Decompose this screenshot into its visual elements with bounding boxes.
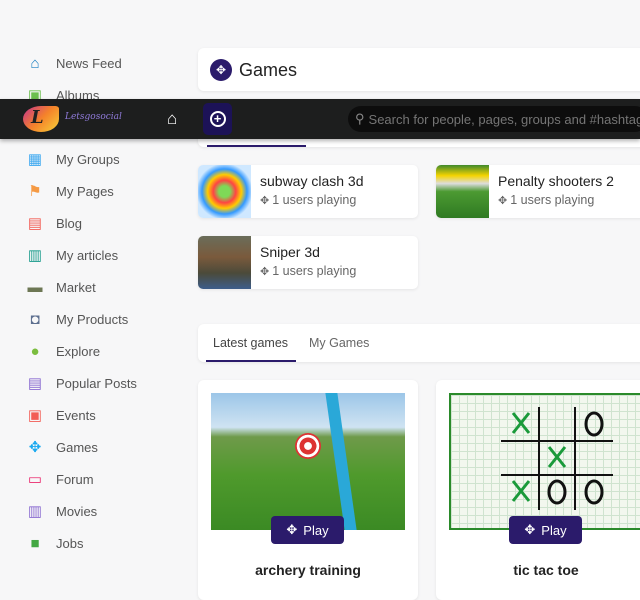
- gamepad-icon: ✥: [260, 266, 270, 278]
- sidebar-item-games[interactable]: ✥ Games: [26, 435, 98, 459]
- play-label: Play: [303, 522, 329, 538]
- forum-icon: ▭: [27, 470, 43, 488]
- sidebar-item-market[interactable]: ▬ Market: [26, 275, 96, 299]
- gamepad-icon: ✥: [286, 522, 298, 537]
- game-card[interactable]: Penalty shooters 2 ✥ 1 users playing: [436, 165, 640, 218]
- plus-circle-icon: +: [209, 111, 226, 127]
- posts-icon: ▤: [27, 374, 43, 392]
- sidebar-item-label: News Feed: [56, 55, 122, 71]
- players-text: 1 users playing: [272, 193, 357, 207]
- sidebar-item-forum[interactable]: ▭ Forum: [26, 467, 94, 491]
- sidebar-item-explore[interactable]: ● Explore: [26, 339, 100, 363]
- sidebar-item-label: My Groups: [56, 151, 120, 167]
- gamepad-icon: ✥: [28, 438, 42, 456]
- game-title[interactable]: subway clash 3d: [260, 173, 364, 189]
- gamepad-icon: ✥: [210, 59, 232, 81]
- gamepad-icon: ✥: [524, 522, 536, 537]
- game-image: [449, 393, 640, 530]
- players-text: 1 users playing: [510, 193, 595, 207]
- game-thumbnail: [198, 165, 251, 218]
- compass-icon: ●: [30, 342, 40, 360]
- sidebar-item-label: My Products: [56, 311, 129, 327]
- sidebar-item-jobs[interactable]: ■ Jobs: [26, 531, 83, 555]
- active-tab-indicator: [207, 145, 306, 147]
- play-button[interactable]: ✥ Play: [271, 516, 344, 544]
- game-tile[interactable]: ✥ Play archery training: [198, 380, 418, 600]
- groups-icon: ▦: [27, 150, 43, 168]
- logo[interactable]: L Letsgosocial: [23, 104, 139, 134]
- sidebar-item-news-feed[interactable]: ⌂ News Feed: [26, 51, 122, 75]
- page-title: Games: [239, 60, 298, 80]
- game-name[interactable]: archery training: [198, 562, 418, 578]
- calendar-icon: ▣: [27, 406, 43, 424]
- games-tabs: Latest games My Games: [198, 324, 640, 362]
- players-count: ✥ 1 users playing: [260, 193, 356, 207]
- bag-icon: ◘: [30, 310, 40, 328]
- sidebar-item-events[interactable]: ▣ Events: [26, 403, 96, 427]
- store-icon: ▬: [27, 278, 43, 296]
- sidebar-item-label: My articles: [56, 247, 119, 263]
- sidebar-item-label: Blog: [56, 215, 83, 231]
- clipboard-icon: ▥: [27, 246, 43, 264]
- play-button[interactable]: ✥ Play: [509, 516, 582, 544]
- sidebar-item-blog[interactable]: ▤ Blog: [26, 211, 82, 235]
- sidebar-item-label: Jobs: [56, 535, 84, 551]
- gamepad-icon: ✥: [260, 195, 270, 207]
- game-title[interactable]: Sniper 3d: [260, 244, 320, 260]
- game-card[interactable]: Sniper 3d ✥ 1 users playing: [198, 236, 418, 289]
- briefcase-icon: ■: [30, 534, 40, 552]
- search-input[interactable]: [368, 111, 640, 127]
- game-tile[interactable]: ✥ Play tic tac toe: [436, 380, 640, 600]
- gamepad-icon: ✥: [498, 195, 508, 207]
- home-icon: ⌂: [30, 54, 40, 72]
- game-title[interactable]: Penalty shooters 2: [498, 173, 614, 189]
- game-thumbnail: [436, 165, 489, 218]
- play-label: Play: [541, 522, 567, 538]
- tab-my-games[interactable]: My Games: [309, 336, 369, 350]
- game-name[interactable]: tic tac toe: [436, 562, 640, 578]
- page-header: ✥ Games: [198, 48, 640, 91]
- blog-icon: ▤: [27, 214, 43, 232]
- players-text: 1 users playing: [272, 264, 357, 278]
- search-icon: ⚲: [355, 111, 365, 126]
- sidebar-item-popular-posts[interactable]: ▤ Popular Posts: [26, 371, 137, 395]
- players-count: ✥ 1 users playing: [260, 264, 356, 278]
- tab-latest-games[interactable]: Latest games: [213, 336, 288, 350]
- sidebar-item-label: Games: [56, 439, 98, 455]
- film-icon: ▥: [27, 502, 43, 520]
- sidebar-item-label: Events: [56, 407, 96, 423]
- players-count: ✥ 1 users playing: [498, 193, 594, 207]
- sidebar-item-label: Market: [56, 279, 96, 295]
- sidebar-item-label: Movies: [56, 503, 98, 519]
- home-icon[interactable]: ⌂: [167, 109, 177, 129]
- sidebar-item-my-products[interactable]: ◘ My Products: [26, 307, 128, 331]
- top-navigation-bar: L Letsgosocial ⌂ + ⚲: [0, 99, 640, 139]
- game-card[interactable]: subway clash 3d ✥ 1 users playing: [198, 165, 418, 218]
- search-bar[interactable]: ⚲: [348, 106, 640, 132]
- sidebar-item-label: My Pages: [56, 183, 114, 199]
- tic-tac-toe-board: [501, 407, 613, 510]
- sidebar-item-label: Popular Posts: [56, 375, 137, 391]
- game-image: [211, 393, 405, 530]
- sidebar-item-my-articles[interactable]: ▥ My articles: [26, 243, 118, 267]
- sidebar-item-movies[interactable]: ▥ Movies: [26, 499, 97, 523]
- create-button[interactable]: +: [203, 103, 232, 135]
- sidebar-item-label: Forum: [56, 471, 94, 487]
- flag-icon: ⚑: [28, 182, 42, 200]
- game-thumbnail: [198, 236, 251, 289]
- sidebar-item-my-pages[interactable]: ⚑ My Pages: [26, 179, 114, 203]
- sidebar-item-label: Explore: [56, 343, 101, 359]
- active-tab-indicator: [206, 360, 296, 362]
- sidebar-item-my-groups[interactable]: ▦ My Groups: [26, 147, 120, 171]
